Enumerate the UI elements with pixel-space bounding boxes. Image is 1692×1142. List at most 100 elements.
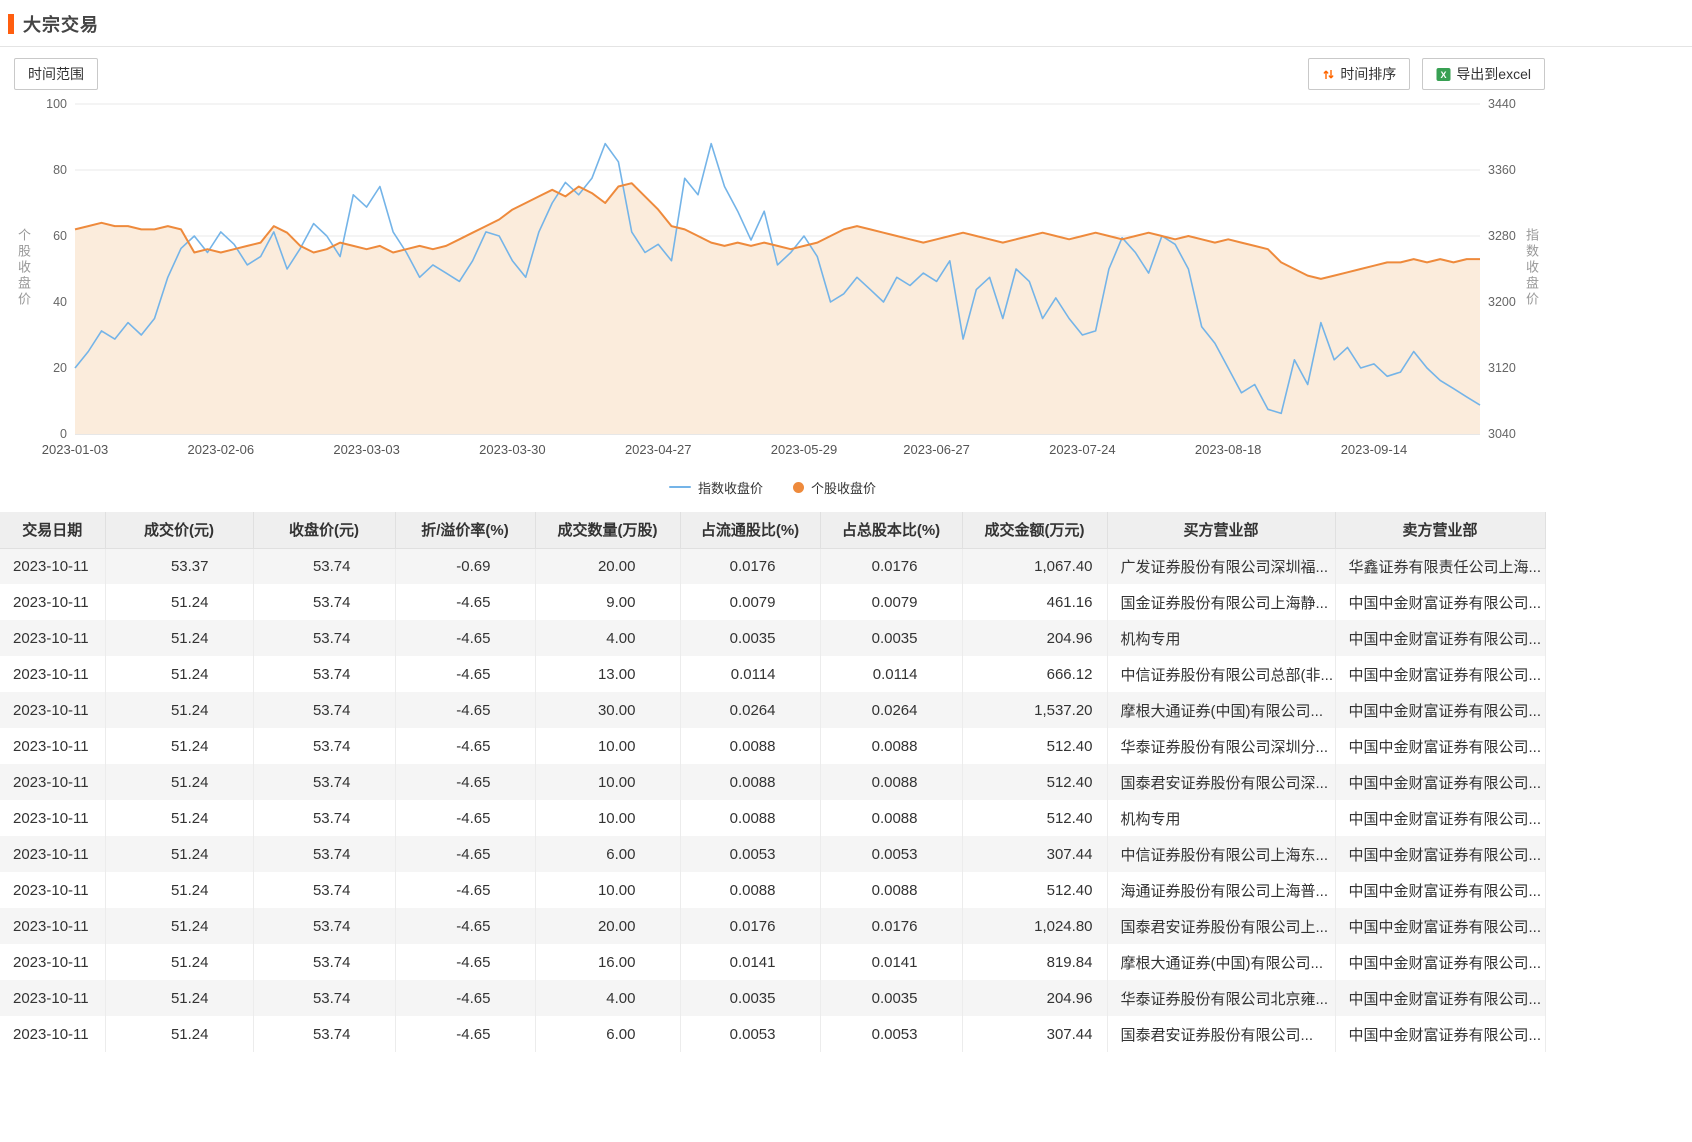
cell-amount: 512.40 xyxy=(962,800,1107,836)
cell-total_share_ratio: 0.0088 xyxy=(820,764,962,800)
cell-buyer: 国泰君安证券股份有限公司... xyxy=(1107,1016,1335,1052)
cell-deal_price: 51.24 xyxy=(105,656,253,692)
cell-amount: 307.44 xyxy=(962,836,1107,872)
cell-float_share_ratio: 0.0053 xyxy=(680,836,820,872)
cell-amount: 666.12 xyxy=(962,656,1107,692)
x-axis-tick: 2023-03-03 xyxy=(333,442,400,457)
col-header-volume: 成交数量(万股) xyxy=(535,512,680,548)
cell-float_share_ratio: 0.0088 xyxy=(680,800,820,836)
cell-volume: 30.00 xyxy=(535,692,680,728)
cell-premium_rate: -4.65 xyxy=(395,584,535,620)
y-axis-tick-right: 3280 xyxy=(1488,229,1516,243)
cell-premium_rate: -4.65 xyxy=(395,692,535,728)
cell-amount: 1,024.80 xyxy=(962,908,1107,944)
cell-deal_price: 51.24 xyxy=(105,620,253,656)
cell-buyer: 海通证券股份有限公司上海普... xyxy=(1107,872,1335,908)
cell-buyer: 华泰证券股份有限公司深圳分... xyxy=(1107,728,1335,764)
cell-buyer: 摩根大通证券(中国)有限公司... xyxy=(1107,692,1335,728)
table-row: 2023-10-1151.2453.74-4.6520.000.01760.01… xyxy=(0,908,1545,944)
cell-buyer: 广发证券股份有限公司深圳福... xyxy=(1107,548,1335,584)
legend-line-swatch xyxy=(669,486,691,488)
x-axis-tick: 2023-03-30 xyxy=(479,442,546,457)
page-title: 大宗交易 xyxy=(23,11,99,37)
cell-date: 2023-10-11 xyxy=(0,548,105,584)
cell-volume: 10.00 xyxy=(535,764,680,800)
accent-bar xyxy=(8,14,14,34)
cell-volume: 4.00 xyxy=(535,620,680,656)
table-row: 2023-10-1151.2453.74-4.659.000.00790.007… xyxy=(0,584,1545,620)
cell-volume: 13.00 xyxy=(535,656,680,692)
cell-deal_price: 51.24 xyxy=(105,980,253,1016)
table-row: 2023-10-1151.2453.74-4.6510.000.00880.00… xyxy=(0,800,1545,836)
cell-float_share_ratio: 0.0035 xyxy=(680,620,820,656)
price-chart[interactable]: 0304020312040320060328080336010034402023… xyxy=(0,96,1545,468)
cell-total_share_ratio: 0.0141 xyxy=(820,944,962,980)
legend-item-index[interactable]: 指数收盘价 xyxy=(669,478,763,497)
cell-date: 2023-10-11 xyxy=(0,1016,105,1052)
time-sort-button[interactable]: 时间排序 xyxy=(1308,58,1410,90)
cell-deal_price: 51.24 xyxy=(105,764,253,800)
cell-date: 2023-10-11 xyxy=(0,836,105,872)
cell-seller: 中国中金财富证券有限公司... xyxy=(1335,764,1545,800)
cell-date: 2023-10-11 xyxy=(0,764,105,800)
table-row: 2023-10-1151.2453.74-4.6516.000.01410.01… xyxy=(0,944,1545,980)
cell-date: 2023-10-11 xyxy=(0,800,105,836)
cell-total_share_ratio: 0.0088 xyxy=(820,800,962,836)
trades-table: 交易日期成交价(元)收盘价(元)折/溢价率(%)成交数量(万股)占流通股比(%)… xyxy=(0,512,1546,1052)
cell-buyer: 华泰证券股份有限公司北京雍... xyxy=(1107,980,1335,1016)
right-axis-title: 指数收盘价 xyxy=(1522,228,1541,308)
legend-label-index: 指数收盘价 xyxy=(698,478,763,497)
cell-buyer: 机构专用 xyxy=(1107,800,1335,836)
cell-amount: 204.96 xyxy=(962,980,1107,1016)
cell-close_price: 53.74 xyxy=(253,692,395,728)
cell-deal_price: 51.24 xyxy=(105,692,253,728)
cell-volume: 20.00 xyxy=(535,548,680,584)
cell-amount: 461.16 xyxy=(962,584,1107,620)
cell-seller: 中国中金财富证券有限公司... xyxy=(1335,584,1545,620)
legend-item-stock[interactable]: 个股收盘价 xyxy=(793,478,876,497)
table-row: 2023-10-1151.2453.74-4.656.000.00530.005… xyxy=(0,836,1545,872)
cell-date: 2023-10-11 xyxy=(0,944,105,980)
cell-premium_rate: -4.65 xyxy=(395,980,535,1016)
cell-deal_price: 51.24 xyxy=(105,1016,253,1052)
col-header-close_price: 收盘价(元) xyxy=(253,512,395,548)
col-header-total_share_ratio: 占总股本比(%) xyxy=(820,512,962,548)
time-range-button[interactable]: 时间范围 xyxy=(14,58,98,90)
cell-premium_rate: -4.65 xyxy=(395,872,535,908)
cell-date: 2023-10-11 xyxy=(0,908,105,944)
table-row: 2023-10-1151.2453.74-4.6510.000.00880.00… xyxy=(0,728,1545,764)
cell-date: 2023-10-11 xyxy=(0,620,105,656)
x-axis-tick: 2023-05-29 xyxy=(771,442,838,457)
cell-close_price: 53.74 xyxy=(253,620,395,656)
cell-deal_price: 51.24 xyxy=(105,728,253,764)
time-sort-label: 时间排序 xyxy=(1340,64,1396,84)
cell-total_share_ratio: 0.0114 xyxy=(820,656,962,692)
cell-date: 2023-10-11 xyxy=(0,728,105,764)
cell-close_price: 53.74 xyxy=(253,980,395,1016)
cell-date: 2023-10-11 xyxy=(0,656,105,692)
x-axis-tick: 2023-09-14 xyxy=(1341,442,1408,457)
cell-close_price: 53.74 xyxy=(253,872,395,908)
chart-legend: 指数收盘价 个股收盘价 xyxy=(0,476,1545,498)
cell-volume: 6.00 xyxy=(535,1016,680,1052)
y-axis-tick-right: 3120 xyxy=(1488,361,1516,375)
cell-amount: 512.40 xyxy=(962,764,1107,800)
cell-seller: 中国中金财富证券有限公司... xyxy=(1335,656,1545,692)
x-axis-tick: 2023-04-27 xyxy=(625,442,692,457)
cell-float_share_ratio: 0.0035 xyxy=(680,980,820,1016)
cell-volume: 10.00 xyxy=(535,800,680,836)
export-excel-button[interactable]: X 导出到excel xyxy=(1422,58,1545,90)
cell-amount: 1,067.40 xyxy=(962,548,1107,584)
cell-volume: 10.00 xyxy=(535,728,680,764)
y-axis-tick-left: 20 xyxy=(53,361,67,375)
y-axis-tick-left: 40 xyxy=(53,295,67,309)
cell-premium_rate: -4.65 xyxy=(395,800,535,836)
cell-deal_price: 51.24 xyxy=(105,584,253,620)
col-header-date: 交易日期 xyxy=(0,512,105,548)
cell-total_share_ratio: 0.0035 xyxy=(820,620,962,656)
cell-buyer: 中信证券股份有限公司上海东... xyxy=(1107,836,1335,872)
cell-total_share_ratio: 0.0079 xyxy=(820,584,962,620)
cell-amount: 1,537.20 xyxy=(962,692,1107,728)
cell-float_share_ratio: 0.0088 xyxy=(680,764,820,800)
cell-seller: 中国中金财富证券有限公司... xyxy=(1335,728,1545,764)
